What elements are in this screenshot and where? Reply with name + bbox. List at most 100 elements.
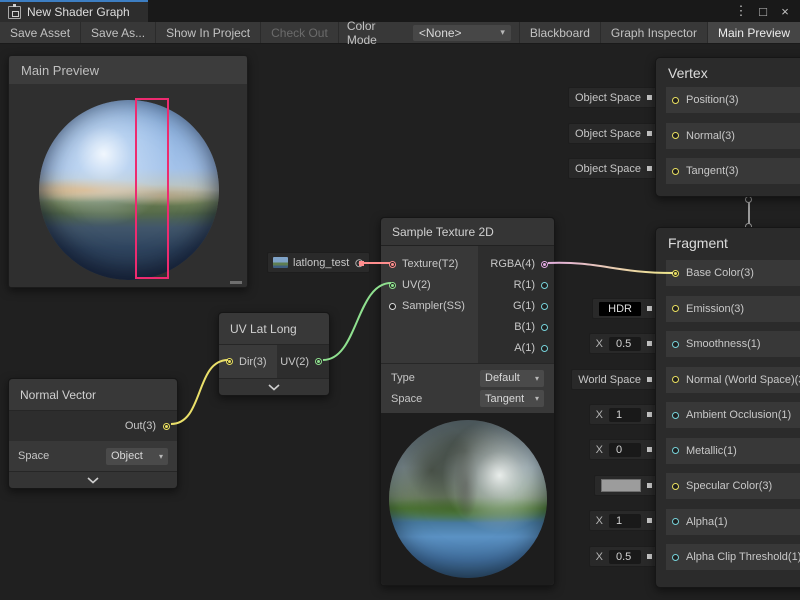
port-a-out[interactable] bbox=[541, 345, 548, 352]
port-tangent[interactable] bbox=[672, 168, 679, 175]
specular-color-swatch[interactable] bbox=[601, 479, 641, 492]
connector-dot bbox=[647, 341, 652, 346]
graph-canvas[interactable]: Main Preview Vertex Position(3) Normal(3… bbox=[0, 44, 800, 600]
connector-dot bbox=[647, 166, 652, 171]
vertex-title: Vertex bbox=[656, 58, 800, 87]
save-asset-button[interactable]: Save Asset bbox=[0, 22, 81, 43]
connector-dot bbox=[359, 261, 364, 266]
check-out-button: Check Out bbox=[261, 22, 339, 43]
metallic-input[interactable]: 0 bbox=[609, 443, 641, 457]
node-uv-lat-long[interactable]: UV Lat Long Dir(3) UV(2) bbox=[218, 312, 330, 396]
fragment-title: Fragment bbox=[656, 228, 800, 257]
connector-dot bbox=[647, 306, 652, 311]
port-out[interactable] bbox=[163, 423, 170, 430]
fragment-row-alpha-clip: Alpha Clip Threshold(1) bbox=[666, 544, 800, 570]
node-normal-vector[interactable]: Normal Vector Out(3) Space Object ▾ bbox=[8, 378, 178, 489]
main-preview-panel: Main Preview bbox=[8, 55, 248, 288]
preview-sphere bbox=[39, 100, 219, 280]
input-texture: Texture(T2) bbox=[381, 254, 465, 274]
fragment-row-emission: Emission(3) bbox=[666, 296, 800, 322]
color-mode-value: <None> bbox=[419, 26, 462, 40]
node-sample-texture-2d[interactable]: Sample Texture 2D Texture(T2) UV(2) Samp… bbox=[380, 217, 555, 586]
fragment-row-smoothness: Smoothness(1) bbox=[666, 331, 800, 357]
input-uv: UV(2) bbox=[381, 275, 465, 295]
node-preview-area bbox=[381, 413, 554, 585]
port-base-color[interactable] bbox=[672, 270, 679, 277]
alpha-clip-input[interactable]: 0.5 bbox=[609, 550, 641, 564]
fragment-row-specular-color: Specular Color(3) bbox=[666, 473, 800, 499]
dropdown-arrow-icon: ▾ bbox=[159, 452, 163, 461]
hdr-color-field[interactable]: HDR bbox=[599, 302, 641, 316]
port-ambient-occlusion[interactable] bbox=[672, 412, 679, 419]
texture-asset-chip[interactable]: latlong_test ⊙ bbox=[267, 252, 370, 273]
port-dir-in[interactable] bbox=[226, 358, 233, 365]
collapse-button[interactable] bbox=[9, 471, 177, 488]
resize-handle[interactable] bbox=[230, 281, 242, 284]
port-normal[interactable] bbox=[672, 132, 679, 139]
port-uv-out[interactable] bbox=[315, 358, 322, 365]
node-vertex[interactable]: Vertex Position(3) Normal(3) Tangent(3) bbox=[655, 57, 800, 197]
close-icon[interactable]: × bbox=[776, 4, 794, 19]
port-uv-in[interactable] bbox=[389, 282, 396, 289]
tab-title: New Shader Graph bbox=[27, 5, 130, 19]
show-in-project-button[interactable]: Show In Project bbox=[156, 22, 261, 43]
port-specular-color[interactable] bbox=[672, 483, 679, 490]
smoothness-input[interactable]: 0.5 bbox=[609, 337, 641, 351]
main-preview-title: Main Preview bbox=[21, 63, 99, 78]
main-preview-header[interactable]: Main Preview bbox=[9, 56, 247, 84]
output-uv: UV(2) bbox=[277, 345, 329, 378]
kebab-menu-icon[interactable]: ⋮ bbox=[732, 3, 750, 19]
sample-texture-title: Sample Texture 2D bbox=[381, 218, 554, 246]
port-alpha-clip[interactable] bbox=[672, 554, 679, 561]
port-metallic[interactable] bbox=[672, 447, 679, 454]
port-emission[interactable] bbox=[672, 305, 679, 312]
texture-thumbnail bbox=[273, 257, 288, 268]
fragment-row-normal-ws: Normal (World Space)(3) bbox=[666, 367, 800, 393]
output-b: B(1) bbox=[514, 317, 554, 337]
connector-dot bbox=[647, 554, 652, 559]
output-g: G(1) bbox=[513, 296, 554, 316]
port-r-out[interactable] bbox=[541, 282, 548, 289]
fragment-row-ambient-occlusion: Ambient Occlusion(1) bbox=[666, 402, 800, 428]
port-b-out[interactable] bbox=[541, 324, 548, 331]
color-mode-label: Color Mode bbox=[339, 22, 413, 43]
shader-graph-icon bbox=[8, 6, 21, 19]
node-fragment[interactable]: Fragment Base Color(3) Emission(3) Smoot… bbox=[655, 227, 800, 588]
port-alpha[interactable] bbox=[672, 518, 679, 525]
tab-new-shader-graph[interactable]: New Shader Graph bbox=[0, 0, 148, 22]
output-rgba: RGBA(4) bbox=[490, 254, 554, 274]
collapse-button[interactable] bbox=[219, 378, 329, 395]
connector-dot bbox=[647, 518, 652, 523]
port-sampler-in[interactable] bbox=[389, 303, 396, 310]
fragment-row-base-color: Base Color(3) bbox=[666, 260, 800, 286]
graph-inspector-button[interactable]: Graph Inspector bbox=[600, 22, 707, 43]
connector-dot bbox=[647, 131, 652, 136]
main-preview-button[interactable]: Main Preview bbox=[707, 22, 800, 43]
connector-dot bbox=[647, 412, 652, 417]
normal-vector-title: Normal Vector bbox=[9, 379, 177, 411]
port-texture-in[interactable] bbox=[389, 261, 396, 268]
selection-marquee bbox=[135, 98, 169, 279]
fragment-row-metallic: Metallic(1) bbox=[666, 438, 800, 464]
maximize-icon[interactable]: □ bbox=[754, 4, 772, 19]
type-dropdown[interactable]: Default ▾ bbox=[480, 370, 544, 387]
blackboard-button[interactable]: Blackboard bbox=[519, 22, 600, 43]
port-position[interactable] bbox=[672, 97, 679, 104]
input-dir: Dir(3) bbox=[219, 345, 277, 378]
color-mode-dropdown[interactable]: <None> ▾ bbox=[413, 25, 511, 41]
port-smoothness[interactable] bbox=[672, 341, 679, 348]
ambient-occlusion-input[interactable]: 1 bbox=[609, 408, 641, 422]
port-rgba-out[interactable] bbox=[541, 261, 548, 268]
alpha-input[interactable]: 1 bbox=[609, 514, 641, 528]
uv-lat-long-title: UV Lat Long bbox=[219, 313, 329, 345]
dropdown-arrow-icon: ▾ bbox=[535, 394, 539, 403]
save-as-button[interactable]: Save As... bbox=[81, 22, 156, 43]
space-dropdown[interactable]: Object ▾ bbox=[106, 448, 168, 465]
input-sampler: Sampler(SS) bbox=[381, 296, 465, 316]
port-g-out[interactable] bbox=[541, 303, 548, 310]
port-normal-ws[interactable] bbox=[672, 376, 679, 383]
output-r: R(1) bbox=[514, 275, 554, 295]
output-a: A(1) bbox=[514, 338, 554, 358]
space-control: Space Tangent ▾ bbox=[391, 390, 544, 407]
space-dropdown[interactable]: Tangent ▾ bbox=[480, 390, 544, 407]
